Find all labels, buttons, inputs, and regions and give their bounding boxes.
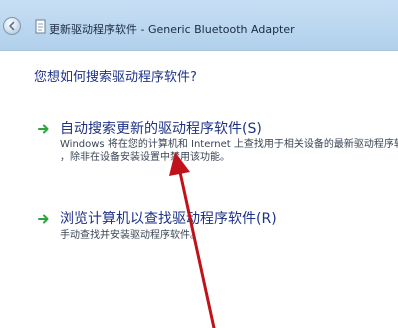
search-question-heading: 您想如何搜索驱动程序软件? [34, 70, 197, 85]
auto-search-description-line2: ，除非在设备安装设置中禁用该功能。 [60, 152, 230, 163]
window-title: 更新驱动程序软件 - Generic Bluetooth Adapter [49, 23, 295, 36]
auto-search-option[interactable]: 自动搜索更新的驱动程序软件(S) [60, 118, 262, 138]
title-bar: 更新驱动程序软件 - Generic Bluetooth Adapter [0, 0, 398, 51]
auto-search-description-line1: Windows 将在您的计算机和 Internet 上查找用于相关设备的最新驱动… [60, 139, 398, 150]
browse-computer-option[interactable]: 浏览计算机以查找驱动程序软件(R) [60, 208, 277, 228]
back-arrow-icon [9, 21, 15, 31]
back-button[interactable] [3, 17, 21, 35]
green-arrow-icon [38, 214, 49, 224]
document-icon [35, 19, 46, 34]
green-arrow-icon [38, 124, 49, 134]
browse-computer-description: 手动查找并安装驱动程序软件。 [60, 230, 200, 241]
